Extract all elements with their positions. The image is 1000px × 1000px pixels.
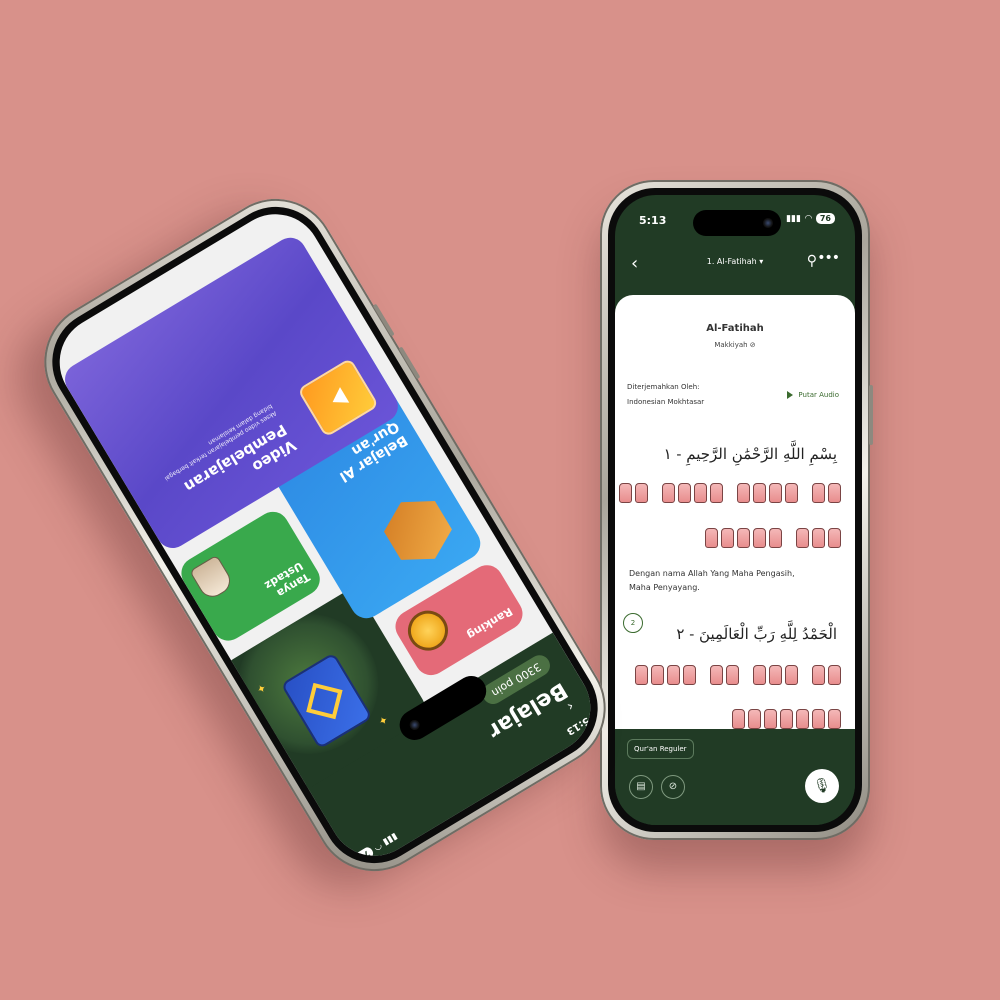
belajar-screen: 5:13 ▮▮▮ ◠ 76 ‹ Belajar 3300 poin ✦ ✦ Ra… <box>42 197 608 873</box>
hand-sign-icon <box>785 665 798 685</box>
hand-sign-icon <box>710 483 723 503</box>
hand-sign-icon <box>635 665 648 685</box>
hand-sign-icon <box>619 483 632 503</box>
diamond-icon <box>306 682 343 720</box>
hand-sign-icon <box>812 709 825 729</box>
hand-sign-icon <box>732 709 745 729</box>
ayah-2-sign-row-2 <box>732 709 841 729</box>
eye-off-icon[interactable]: ⊘ <box>661 775 685 799</box>
hand-sign-icon <box>748 709 761 729</box>
play-icon <box>327 387 350 410</box>
hand-sign-icon <box>828 709 841 729</box>
clipboard-icon[interactable]: ▤ <box>629 775 653 799</box>
hand-sign-icon <box>737 528 750 548</box>
hand-sign-icon <box>651 665 664 685</box>
translation-line: Dengan nama Allah Yang Maha Pengasih, <box>629 569 795 578</box>
ayah-1-arabic: بِسْمِ اللَّهِ الرَّحْمَٰنِ الرَّحِيمِ -… <box>663 445 837 463</box>
hand-sign-icon <box>678 483 691 503</box>
battery-icon: 76 <box>352 845 376 865</box>
ayah-number-badge: 2 <box>623 613 643 633</box>
surah-name: Al-Fatihah <box>706 323 764 334</box>
quran-mode-chip[interactable]: Qur'an Reguler <box>627 739 694 759</box>
phone-bezel: 5:13 ▮▮▮ ◠ 76 ‹ Belajar 3300 poin ✦ ✦ Ra… <box>32 187 618 883</box>
hand-sign-icon <box>812 665 825 685</box>
play-icon <box>787 391 794 399</box>
quran-reader-screen: 5:13 ▮▮▮ ◠ 76 ‹ 1. Al-Fatihah ▾ ⚲ ••• Al… <box>615 195 855 825</box>
hand-sign-icon <box>710 665 723 685</box>
ayah-1-translation: Dengan nama Allah Yang Maha Pengasih, Ma… <box>629 567 795 595</box>
camera-icon <box>407 718 422 732</box>
video-folder-icon <box>297 357 380 438</box>
hand-sign-icon <box>721 528 734 548</box>
hand-sign-icon <box>694 483 707 503</box>
reader-bottom-bar: Qur'an Reguler ▤ ⊘ 🎙︎ <box>615 729 855 825</box>
hand-sign-icon <box>764 709 777 729</box>
hand-sign-icon <box>662 483 675 503</box>
hand-sign-icon <box>812 483 825 503</box>
translator-name: Indonesian Mokhtasar <box>627 398 705 406</box>
hand-sign-icon <box>780 709 793 729</box>
phone-bezel: 5:13 ▮▮▮ ◠ 76 ‹ 1. Al-Fatihah ▾ ⚲ ••• Al… <box>608 188 862 832</box>
hand-sign-icon <box>812 528 825 548</box>
battery-icon: 76 <box>815 213 835 224</box>
portrait-frame: 5:13 ▮▮▮ ◠ 76 ‹ Belajar 3300 poin ✦ ✦ Ra… <box>43 197 608 873</box>
reader-nav-bar: ‹ 1. Al-Fatihah ▾ ⚲ ••• <box>615 247 855 281</box>
status-icons: ▮▮▮ ◠ 76 <box>352 831 399 865</box>
hand-sign-icon <box>753 528 766 548</box>
hand-sign-icon <box>796 528 809 548</box>
sparkle-icon: ✦ <box>375 712 391 729</box>
status-time: 5:13 <box>639 214 667 227</box>
signal-icon: ▮▮▮ <box>786 213 801 224</box>
hand-sign-icon <box>667 665 680 685</box>
status-time: 5:13 <box>564 714 592 737</box>
surah-type: Makkiyah ⊘ <box>714 341 756 349</box>
play-audio-button[interactable]: Putar Audio <box>787 391 839 399</box>
hand-sign-icon <box>828 528 841 548</box>
hand-sign-icon <box>705 528 718 548</box>
hand-sign-icon <box>737 483 750 503</box>
hand-sign-icon <box>769 483 782 503</box>
hand-sign-icon <box>785 483 798 503</box>
tanya-title: Tanya Ustadz <box>262 559 312 600</box>
status-icons: ▮▮▮ ◠ 76 <box>786 213 835 224</box>
hand-sign-icon <box>828 483 841 503</box>
phone-right: 5:13 ▮▮▮ ◠ 76 ‹ 1. Al-Fatihah ▾ ⚲ ••• Al… <box>600 180 873 840</box>
medal-icon <box>400 603 456 659</box>
camera-icon <box>763 218 773 228</box>
wifi-icon: ◠ <box>804 213 812 224</box>
reader-content-card: Al-Fatihah Makkiyah ⊘ Diterjemahkan Oleh… <box>615 295 855 745</box>
ayah-2-sign-row-1 <box>635 665 841 685</box>
scene: 5:13 ▮▮▮ ◠ 76 ‹ 1. Al-Fatihah ▾ ⚲ ••• Al… <box>0 0 1000 1000</box>
phone-left: 5:13 ▮▮▮ ◠ 76 ‹ Belajar 3300 poin ✦ ✦ Ra… <box>22 176 628 894</box>
ayah-1-sign-row-1 <box>619 483 841 503</box>
search-icon[interactable]: ⚲ <box>807 253 817 269</box>
hand-sign-icon <box>769 665 782 685</box>
ranking-title: Ranking <box>464 604 515 642</box>
power-button <box>869 385 873 445</box>
hand-sign-icon <box>828 665 841 685</box>
hand-sign-icon <box>753 665 766 685</box>
hand-sign-icon <box>635 483 648 503</box>
microphone-icon[interactable]: 🎙︎ <box>805 769 839 803</box>
translation-line: Maha Penyayang. <box>629 583 700 592</box>
hexagon-icon <box>373 485 464 576</box>
ayah-1-sign-row-2 <box>705 528 841 548</box>
more-options-icon[interactable]: ••• <box>817 250 840 266</box>
hand-sign-icon <box>769 528 782 548</box>
ustadz-icon <box>189 554 236 602</box>
dynamic-island <box>693 210 781 236</box>
ayah-2-arabic: الْحَمْدُ لِلَّهِ رَبِّ الْعَالَمِينَ - … <box>676 625 837 643</box>
play-audio-label: Putar Audio <box>798 391 839 399</box>
hand-sign-icon <box>726 665 739 685</box>
translator-label: Diterjemahkan Oleh: <box>627 383 700 391</box>
hand-sign-icon <box>753 483 766 503</box>
screen-content: 5:13 ▮▮▮ ◠ 76 ‹ Belajar 3300 poin ✦ ✦ Ra… <box>43 197 608 873</box>
hand-sign-icon <box>796 709 809 729</box>
hand-sign-icon <box>683 665 696 685</box>
